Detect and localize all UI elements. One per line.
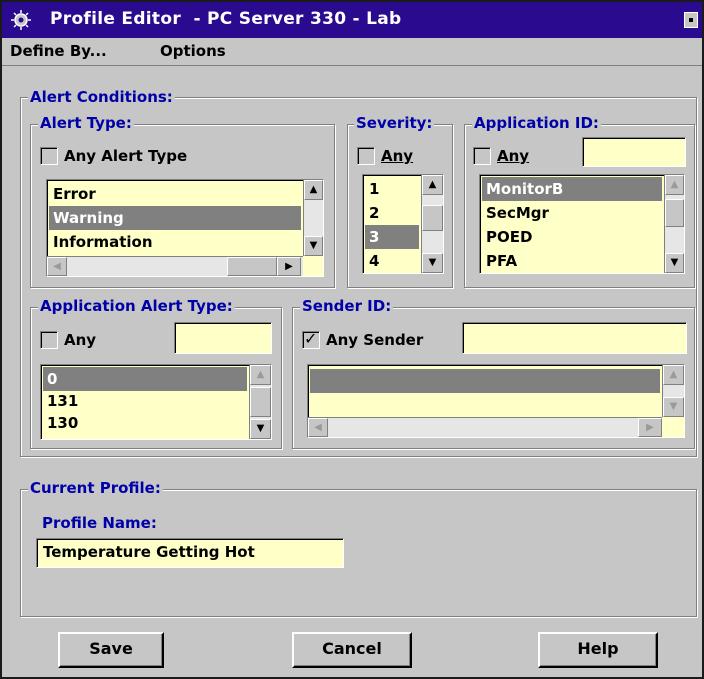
list-item-selected[interactable]: 3 (365, 225, 419, 249)
list-item[interactable]: 2 (365, 201, 419, 225)
application-alert-type-input[interactable] (174, 322, 272, 354)
list-item-selected[interactable]: Warning (49, 206, 301, 230)
cancel-button[interactable]: Cancel (292, 632, 412, 668)
scroll-left-icon[interactable]: ◀ (47, 257, 67, 276)
list-item[interactable]: PFA (482, 249, 662, 273)
scroll-thumb[interactable] (422, 205, 443, 231)
scroll-right-icon[interactable]: ▶ (638, 418, 662, 437)
scroll-down-icon[interactable]: ▼ (304, 236, 323, 256)
scroll-down-icon[interactable]: ▼ (422, 253, 443, 273)
window-title: Profile Editor - PC Server 330 - Lab (50, 9, 402, 29)
scroll-up-icon[interactable]: ▲ (665, 175, 684, 195)
application-alert-type-label: Application Alert Type: (38, 297, 235, 315)
list-item[interactable]: SecMgr (482, 201, 662, 225)
help-button-label: Help (577, 639, 619, 658)
menu-options[interactable]: Options (160, 42, 226, 60)
list-item[interactable]: Error (49, 182, 301, 206)
list-item[interactable]: POED (482, 225, 662, 249)
scroll-left-icon[interactable]: ◀ (308, 418, 328, 437)
save-button[interactable]: Save (58, 632, 164, 668)
scroll-down-icon[interactable]: ▼ (250, 419, 271, 439)
application-id-input[interactable] (582, 137, 686, 167)
vertical-scrollbar[interactable]: ▲ ▼ (303, 180, 323, 256)
current-profile-label: Current Profile: (28, 479, 163, 497)
alert-conditions-label: Alert Conditions: (28, 88, 175, 106)
maximize-button[interactable] (684, 12, 698, 28)
sender-id-list[interactable]: ▲ ▼ ◀ ▶ (307, 364, 685, 438)
list-item[interactable]: 4 (365, 249, 419, 273)
scroll-up-icon[interactable]: ▲ (304, 180, 323, 200)
any-application-id-checkbox[interactable] (473, 147, 491, 165)
horizontal-scrollbar[interactable]: ◀ ▶ (47, 256, 303, 276)
cancel-button-label: Cancel (322, 639, 382, 658)
vertical-scrollbar[interactable]: ▲ ▼ (664, 175, 684, 273)
list-item-selected[interactable]: 0 (43, 367, 247, 391)
menu-bar: Define By... Options (2, 38, 702, 66)
application-id-label: Application ID: (472, 114, 601, 132)
checkmark-icon: ✓ (304, 329, 318, 348)
list-item[interactable]: 1 (365, 177, 419, 201)
list-item[interactable]: 130 (43, 411, 247, 435)
vertical-scrollbar[interactable]: ▲ ▼ (421, 175, 443, 273)
scroll-thumb[interactable] (665, 199, 684, 227)
alert-type-list[interactable]: Error Warning Information ▲ ▼ ◀ ▶ (46, 179, 324, 277)
application-id-list[interactable]: MonitorB SecMgr POED PFA ▲ ▼ (479, 174, 685, 274)
profile-name-label: Profile Name: (40, 514, 159, 532)
sender-id-label: Sender ID: (300, 297, 394, 315)
profile-editor-window: Profile Editor - PC Server 330 - Lab Def… (0, 0, 704, 679)
scroll-down-icon[interactable]: ▼ (665, 253, 684, 273)
any-application-id-label[interactable]: Any (497, 147, 529, 165)
severity-list[interactable]: 1 2 3 4 ▲ ▼ (362, 174, 444, 274)
profile-name-input[interactable]: Temperature Getting Hot (36, 538, 344, 568)
any-severity-checkbox[interactable] (357, 147, 375, 165)
severity-label: Severity: (354, 114, 435, 132)
horizontal-scrollbar[interactable]: ◀ ▶ (308, 417, 662, 437)
scroll-down-icon[interactable]: ▼ (663, 397, 684, 417)
list-item[interactable]: Information (49, 230, 301, 254)
scroll-up-icon[interactable]: ▲ (250, 365, 271, 385)
scroll-up-icon[interactable]: ▲ (422, 175, 443, 195)
list-item-selected[interactable] (310, 369, 660, 393)
any-application-alert-type-checkbox[interactable] (40, 331, 58, 349)
any-sender-checkbox[interactable]: ✓ (302, 329, 320, 349)
help-button[interactable]: Help (538, 632, 658, 668)
system-menu-icon[interactable] (10, 9, 32, 31)
scroll-thumb[interactable] (227, 257, 277, 276)
any-sender-label[interactable]: Any Sender (326, 331, 423, 349)
any-alert-type-checkbox[interactable] (40, 147, 58, 165)
scroll-thumb[interactable] (250, 387, 271, 417)
any-severity-label[interactable]: Any (381, 147, 413, 165)
scroll-up-icon[interactable]: ▲ (663, 365, 684, 385)
application-alert-type-list[interactable]: 0 131 130 ▲ ▼ (40, 364, 272, 440)
menu-define-by[interactable]: Define By... (10, 42, 107, 60)
vertical-scrollbar[interactable]: ▲ ▼ (249, 365, 271, 439)
list-item[interactable]: 131 (43, 389, 247, 413)
vertical-scrollbar[interactable]: ▲ ▼ (662, 365, 684, 417)
save-button-label: Save (89, 639, 133, 658)
list-item-selected[interactable]: MonitorB (482, 177, 662, 201)
alert-type-label: Alert Type: (38, 114, 134, 132)
any-application-alert-type-label[interactable]: Any (64, 331, 96, 349)
any-alert-type-label[interactable]: Any Alert Type (64, 147, 187, 165)
title-bar[interactable]: Profile Editor - PC Server 330 - Lab (2, 2, 702, 38)
scroll-right-icon[interactable]: ▶ (277, 257, 301, 276)
sender-id-input[interactable] (462, 322, 687, 354)
